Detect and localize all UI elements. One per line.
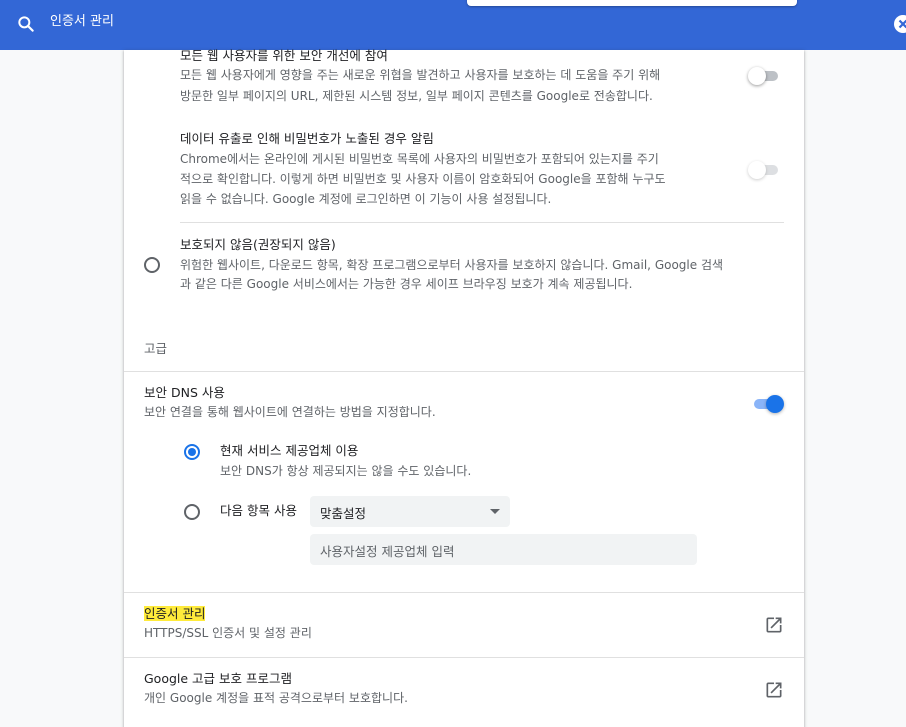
help-improve-title: 모든 웹 사용자를 위한 보안 개선에 참여 bbox=[180, 48, 388, 63]
divider bbox=[124, 371, 804, 372]
password-leak-desc-2: 적으로 확인합니다. 이렇게 하면 비밀번호 및 사용자 이름이 암호화되어 G… bbox=[180, 172, 666, 186]
help-improve-toggle[interactable] bbox=[748, 67, 782, 85]
secure-dns-title: 보안 DNS 사용 bbox=[144, 385, 225, 400]
custom-provider-select[interactable]: 맞춤설정 bbox=[310, 496, 510, 527]
divider bbox=[180, 222, 784, 223]
custom-provider-input[interactable]: 사용자설정 제공업체 입력 bbox=[310, 534, 697, 565]
current-provider-radio[interactable] bbox=[184, 444, 200, 460]
advanced-protection-title[interactable]: Google 고급 보호 프로그램 bbox=[144, 670, 292, 687]
password-leak-toggle[interactable] bbox=[748, 161, 782, 179]
manage-certificates-desc: HTTPS/SSL 인증서 및 설정 관리 bbox=[144, 626, 312, 640]
custom-provider-placeholder: 사용자설정 제공업체 입력 bbox=[320, 544, 455, 559]
top-card-edge bbox=[467, 0, 797, 6]
chevron-down-icon bbox=[490, 509, 500, 514]
help-improve-desc-2: 방문한 일부 페이지의 URL, 제한된 시스템 정보, 일부 페이지 콘텐츠를… bbox=[180, 89, 653, 103]
current-provider-desc: 보안 DNS가 항상 제공되지는 않을 수도 있습니다. bbox=[220, 464, 472, 478]
close-icon[interactable] bbox=[893, 14, 906, 34]
no-protection-desc-2: 과 같은 다른 Google 서비스에서는 가능한 경우 세이프 브라우징 보호… bbox=[180, 277, 633, 291]
custom-provider-label: 다음 항목 사용 bbox=[220, 503, 297, 518]
secure-dns-toggle[interactable] bbox=[750, 395, 784, 413]
no-protection-desc-1: 위험한 웹사이트, 다운로드 항목, 확장 프로그램으로부터 사용자를 보호하지… bbox=[180, 258, 724, 272]
search-input[interactable]: 인증서 관리 bbox=[50, 13, 114, 31]
secure-dns-desc: 보안 연결을 통해 웹사이트에 연결하는 방법을 지정합니다. bbox=[144, 405, 436, 419]
divider bbox=[124, 657, 804, 658]
search-toolbar: 인증서 관리 bbox=[0, 0, 906, 50]
manage-certificates-title[interactable]: 인증서 관리 bbox=[144, 605, 206, 622]
advanced-protection-desc: 개인 Google 계정을 표적 공격으로부터 보호합니다. bbox=[144, 691, 408, 705]
search-highlight: 인증서 관리 bbox=[144, 606, 206, 621]
open-in-new-icon[interactable] bbox=[764, 615, 784, 635]
select-value: 맞춤설정 bbox=[320, 506, 367, 521]
password-leak-desc-1: Chrome에서는 온라인에 게시된 비밀번호 목록에 사용자의 비밀번호가 포… bbox=[180, 152, 659, 166]
advanced-heading: 고급 bbox=[144, 341, 168, 356]
search-icon bbox=[18, 16, 34, 32]
no-protection-radio[interactable] bbox=[144, 257, 160, 273]
current-provider-title: 현재 서비스 제공업체 이용 bbox=[220, 443, 359, 458]
password-leak-desc-3: 읽을 수 없습니다. Google 계정에 로그인하면 이 기능이 사용 설정됩… bbox=[180, 192, 552, 206]
password-leak-title: 데이터 유출로 인해 비밀번호가 노출된 경우 알림 bbox=[180, 131, 434, 146]
custom-provider-radio[interactable] bbox=[184, 504, 200, 520]
open-in-new-icon[interactable] bbox=[764, 680, 784, 700]
help-improve-desc-1: 모든 웹 사용자에게 영향을 주는 새로운 위협을 발견하고 사용자를 보호하는… bbox=[180, 68, 661, 82]
no-protection-title: 보호되지 않음(권장되지 않음) bbox=[180, 237, 336, 252]
divider bbox=[124, 592, 804, 593]
